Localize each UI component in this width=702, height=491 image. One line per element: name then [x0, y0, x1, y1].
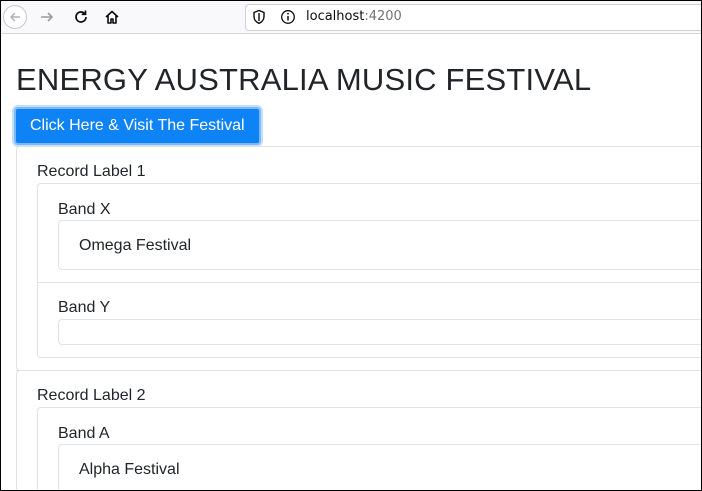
url-bar[interactable]: localhost:4200 — [245, 4, 701, 31]
url-text[interactable]: localhost:4200 — [306, 9, 402, 25]
browser-toolbar: localhost:4200 — [1, 1, 701, 34]
band-name: Band A — [58, 425, 110, 442]
visit-festival-button[interactable]: Click Here & Visit The Festival — [14, 107, 261, 145]
festival-name: Omega Festival — [79, 237, 192, 254]
back-button[interactable] — [3, 5, 27, 29]
band-name: Band Y — [58, 299, 111, 316]
festival-name: Alpha Festival — [79, 461, 180, 478]
home-button[interactable] — [100, 5, 124, 29]
page-content: ENERGY AUSTRALIA MUSIC FESTIVAL Click He… — [1, 34, 701, 490]
forward-button[interactable] — [35, 5, 59, 29]
shield-icon[interactable] — [252, 9, 266, 25]
page-title: ENERGY AUSTRALIA MUSIC FESTIVAL — [16, 62, 592, 97]
arrow-left-icon — [9, 12, 20, 22]
reload-icon — [75, 10, 87, 23]
band-divider — [38, 282, 701, 283]
home-icon — [105, 10, 119, 24]
reload-button[interactable] — [69, 5, 93, 29]
festival-card — [58, 319, 701, 345]
arrow-right-icon — [41, 12, 54, 22]
band-name: Band X — [58, 201, 111, 218]
url-port: :4200 — [364, 9, 402, 24]
record-label-name: Record Label 1 — [37, 163, 146, 180]
browser-window: localhost:4200 ENERGY AUSTRALIA MUSIC FE… — [0, 0, 702, 491]
record-label-name: Record Label 2 — [37, 387, 146, 404]
url-host: localhost — [306, 9, 365, 24]
info-icon[interactable] — [280, 9, 296, 25]
